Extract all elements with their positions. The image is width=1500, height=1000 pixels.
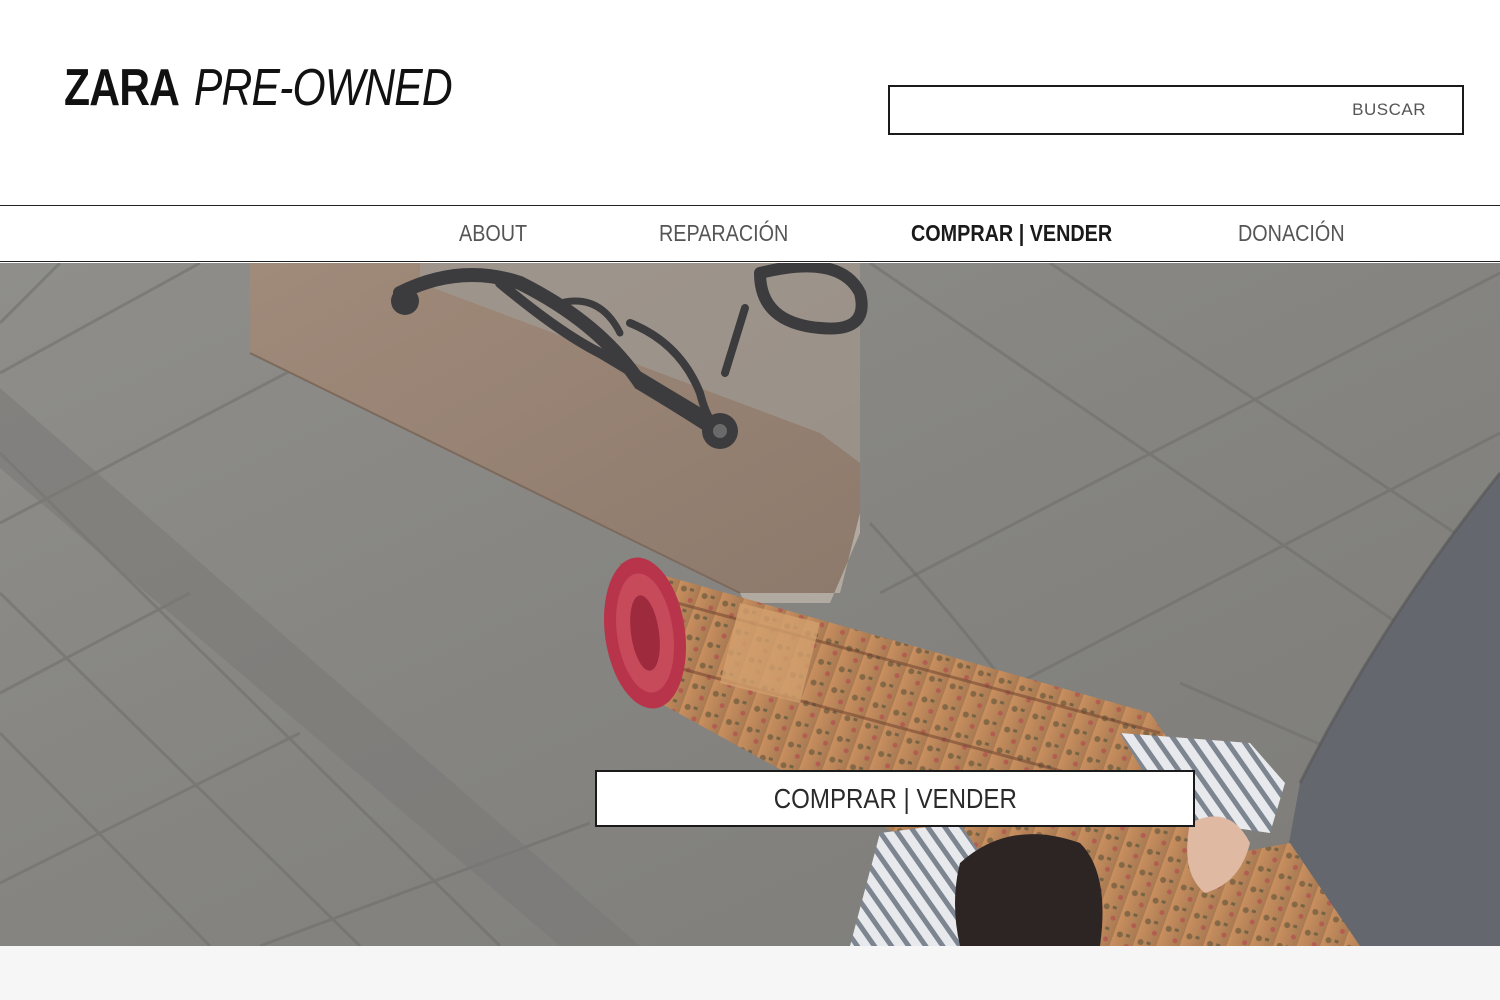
logo-brand-text: ZARA bbox=[64, 59, 180, 117]
hero-cta-label: COMPRAR | VENDER bbox=[773, 782, 1017, 814]
nav-item-about[interactable]: ABOUT bbox=[459, 206, 527, 260]
nav-item-comprar-vender[interactable]: COMPRAR | VENDER bbox=[911, 206, 1112, 260]
search-input[interactable] bbox=[890, 87, 1343, 133]
page-footer-area bbox=[0, 946, 1500, 1000]
search-button[interactable]: BUSCAR bbox=[1342, 87, 1462, 133]
main-nav: ABOUT REPARACIÓN COMPRAR | VENDER DONACI… bbox=[0, 205, 1500, 262]
hero-image bbox=[0, 263, 1500, 946]
logo-subbrand-text: PRE-OWNED bbox=[193, 59, 453, 117]
hero-banner: COMPRAR | VENDER bbox=[0, 263, 1500, 946]
site-logo[interactable]: ZARA PRE-OWNED bbox=[64, 58, 453, 118]
nav-item-reparacion[interactable]: REPARACIÓN bbox=[659, 206, 788, 260]
nav-item-donacion[interactable]: DONACIÓN bbox=[1238, 206, 1345, 260]
search-form: BUSCAR bbox=[888, 85, 1464, 135]
hero-cta-button[interactable]: COMPRAR | VENDER bbox=[595, 770, 1195, 827]
site-header: ZARA PRE-OWNED BUSCAR bbox=[0, 0, 1500, 205]
